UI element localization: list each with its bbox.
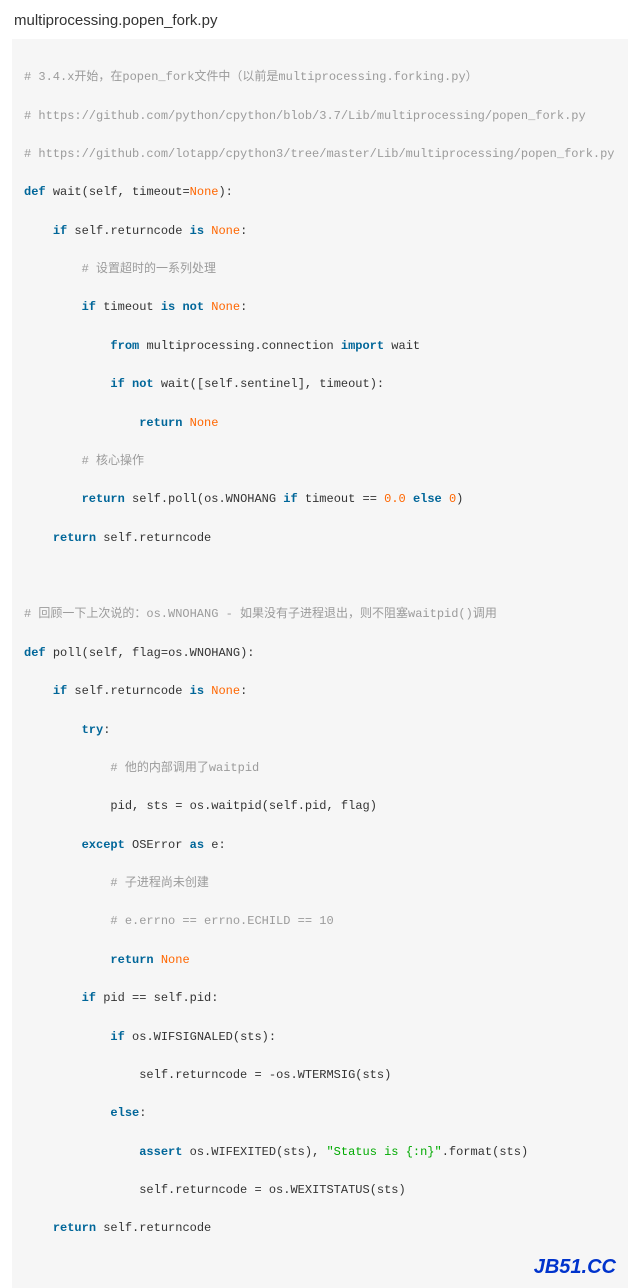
comment: # 3.4.x开始，在popen_fork文件中（以前是multiprocess…	[24, 70, 478, 84]
keyword-def: def	[24, 185, 46, 199]
page-title: multiprocessing.popen_fork.py	[14, 12, 628, 29]
watermark: JB51.CC	[534, 1251, 616, 1283]
code-block: # 3.4.x开始，在popen_fork文件中（以前是multiprocess…	[12, 39, 628, 1288]
comment: # https://github.com/lotapp/cpython3/tre…	[24, 147, 615, 161]
comment: # https://github.com/python/cpython/blob…	[24, 109, 586, 123]
